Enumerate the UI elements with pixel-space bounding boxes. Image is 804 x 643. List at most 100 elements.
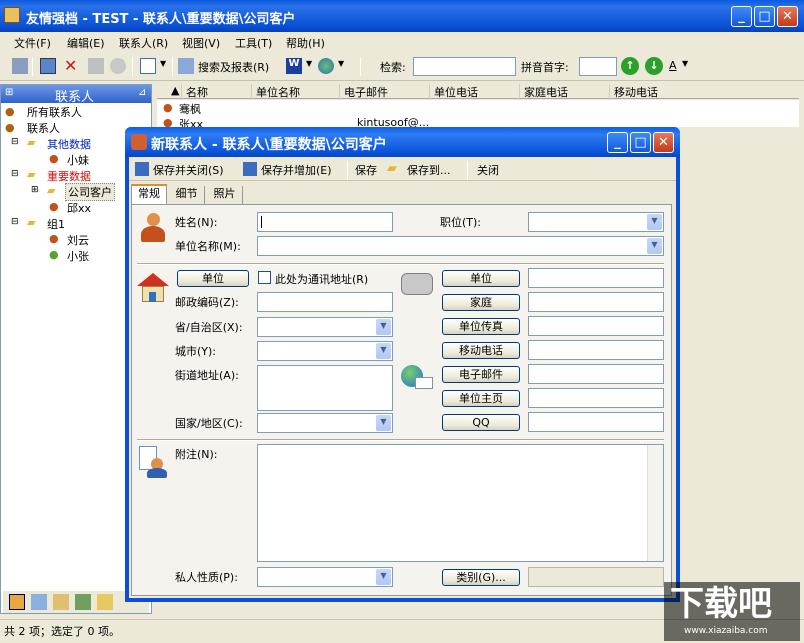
web-icon[interactable] — [318, 58, 334, 74]
search-input[interactable] — [413, 57, 516, 76]
chevron-down-icon[interactable]: ▼ — [376, 415, 391, 431]
fax-button[interactable]: 单位传真 — [442, 318, 520, 335]
mailing-address-checkbox[interactable] — [258, 271, 271, 284]
qq-input[interactable] — [528, 412, 664, 432]
notes-textarea[interactable] — [257, 444, 664, 562]
menu-edit[interactable]: 编辑(E) — [67, 35, 105, 51]
new-contact-icon[interactable] — [40, 58, 56, 74]
grid-row-name[interactable]: 骞枫 — [179, 101, 201, 117]
chevron-down-icon[interactable]: ▼ — [376, 343, 391, 359]
tree-item-xiaomei[interactable]: 小妹 — [67, 152, 89, 168]
email-input[interactable] — [528, 364, 664, 384]
tab-general[interactable]: 常规 — [131, 184, 167, 204]
word-dropdown-icon[interactable]: ▼ — [306, 59, 312, 68]
city-select[interactable]: ▼ — [257, 341, 393, 361]
column-header-work-phone[interactable]: 单位电话 — [429, 84, 478, 100]
chevron-down-icon[interactable]: ▼ — [647, 214, 662, 230]
mobile-input[interactable] — [528, 340, 664, 360]
save-add-button[interactable]: 保存并增加(E) — [261, 162, 332, 178]
search-report-icon[interactable] — [178, 58, 194, 74]
name-input[interactable] — [257, 212, 393, 232]
tree-item-liuyun[interactable]: 刘云 — [67, 232, 89, 248]
view-icon[interactable] — [140, 58, 156, 74]
pinyin-input[interactable] — [579, 57, 617, 76]
word-icon[interactable]: W — [286, 58, 302, 74]
calendar-icon[interactable] — [31, 594, 47, 610]
province-select[interactable]: ▼ — [257, 317, 393, 337]
arrow-up-icon[interactable]: ↑ — [621, 57, 639, 75]
chevron-down-icon[interactable]: ▼ — [376, 319, 391, 335]
homepage-input[interactable] — [528, 388, 664, 408]
chevron-down-icon[interactable]: ▼ — [647, 238, 662, 254]
save-icon[interactable] — [88, 58, 104, 74]
phone-home-input[interactable] — [528, 292, 664, 312]
phone-work-input[interactable] — [528, 268, 664, 288]
email-button[interactable]: 电子邮件 — [442, 366, 520, 383]
maximize-button[interactable]: □ — [754, 6, 775, 27]
zip-input[interactable] — [257, 292, 393, 312]
save-button[interactable]: 保存 — [355, 162, 377, 178]
tree-item-qiu[interactable]: 邱xx — [67, 200, 91, 216]
search-report-button[interactable]: 搜索及报表(R) — [198, 59, 269, 75]
delete-icon[interactable]: ✕ — [64, 56, 80, 75]
menu-help[interactable]: 帮助(H) — [286, 35, 325, 51]
homepage-button[interactable]: 单位主页 — [442, 390, 520, 407]
pin-icon[interactable]: ⊿ — [138, 87, 146, 98]
menu-view[interactable]: 视图(V) — [182, 35, 220, 51]
tab-photo[interactable]: 照片 — [207, 186, 243, 204]
company-select[interactable]: ▼ — [257, 236, 664, 256]
web-dropdown-icon[interactable]: ▼ — [338, 59, 344, 68]
dialog-close-button[interactable]: ✕ — [653, 132, 674, 153]
privacy-select[interactable]: ▼ — [257, 567, 393, 587]
collapse-icon[interactable]: ⊟ — [11, 217, 19, 227]
column-header-mobile[interactable]: 移动电话 — [609, 84, 658, 100]
tree-item-important[interactable]: 重要数据 — [47, 168, 91, 184]
tab-details[interactable]: 细节 — [169, 186, 205, 204]
tree-item-contacts[interactable]: 联系人 — [27, 120, 60, 136]
position-select[interactable]: ▼ — [528, 212, 664, 232]
tree-item-xiaozhang[interactable]: 小张 — [67, 248, 89, 264]
save-to-button[interactable]: 保存到... — [407, 162, 451, 178]
column-header-home-phone[interactable]: 家庭电话 — [519, 84, 568, 100]
category-button[interactable]: 类别(G)... — [442, 569, 520, 586]
journal-icon[interactable] — [97, 594, 113, 610]
menu-tools[interactable]: 工具(T) — [235, 35, 272, 51]
street-textarea[interactable] — [257, 365, 393, 411]
tree-item-company[interactable]: 公司客户 — [65, 183, 115, 201]
tree-item-group1[interactable]: 组1 — [47, 216, 65, 232]
print-icon[interactable] — [12, 58, 28, 74]
collapse-icon[interactable]: ⊟ — [11, 137, 19, 147]
arrow-down-icon[interactable]: ↓ — [645, 57, 663, 75]
qq-button[interactable]: QQ — [442, 414, 520, 431]
tree-item-all[interactable]: 所有联系人 — [27, 104, 82, 120]
stop-icon[interactable] — [110, 58, 126, 74]
menu-contact[interactable]: 联系人(R) — [119, 35, 168, 51]
phone-work-button[interactable]: 单位 — [442, 270, 520, 287]
chevron-down-icon[interactable]: ▼ — [376, 569, 391, 585]
collapse-icon[interactable]: ⊟ — [11, 169, 19, 179]
notes-scrollbar[interactable] — [647, 445, 663, 561]
column-header-name[interactable]: 名称 — [181, 84, 208, 100]
close-dialog-button[interactable]: 关闭 — [477, 162, 499, 178]
contacts-view-icon[interactable] — [9, 594, 25, 610]
expand-icon[interactable]: ⊞ — [31, 185, 39, 195]
dialog-maximize-button[interactable]: □ — [630, 132, 651, 153]
tasks-icon[interactable] — [75, 594, 91, 610]
mobile-button[interactable]: 移动电话 — [442, 342, 520, 359]
save-close-button[interactable]: 保存并关闭(S) — [153, 162, 224, 178]
letter-dropdown-icon[interactable]: ▼ — [682, 59, 688, 68]
letter-button[interactable]: A — [669, 59, 677, 72]
phone-home-button[interactable]: 家庭 — [442, 294, 520, 311]
country-select[interactable]: ▼ — [257, 413, 393, 433]
menu-file[interactable]: 文件(F) — [14, 35, 51, 51]
close-button[interactable]: ✕ — [777, 6, 798, 27]
dialog-minimize-button[interactable]: _ — [607, 132, 628, 153]
minimize-button[interactable]: _ — [731, 6, 752, 27]
tree-item-other[interactable]: 其他数据 — [47, 136, 91, 152]
column-header-company[interactable]: 单位名称 — [251, 84, 300, 100]
view-dropdown-icon[interactable]: ▼ — [160, 59, 166, 68]
fax-input[interactable] — [528, 316, 664, 336]
notes-icon[interactable] — [53, 594, 69, 610]
address-type-button[interactable]: 单位 — [177, 270, 249, 287]
column-header-email[interactable]: 电子邮件 — [339, 84, 388, 100]
